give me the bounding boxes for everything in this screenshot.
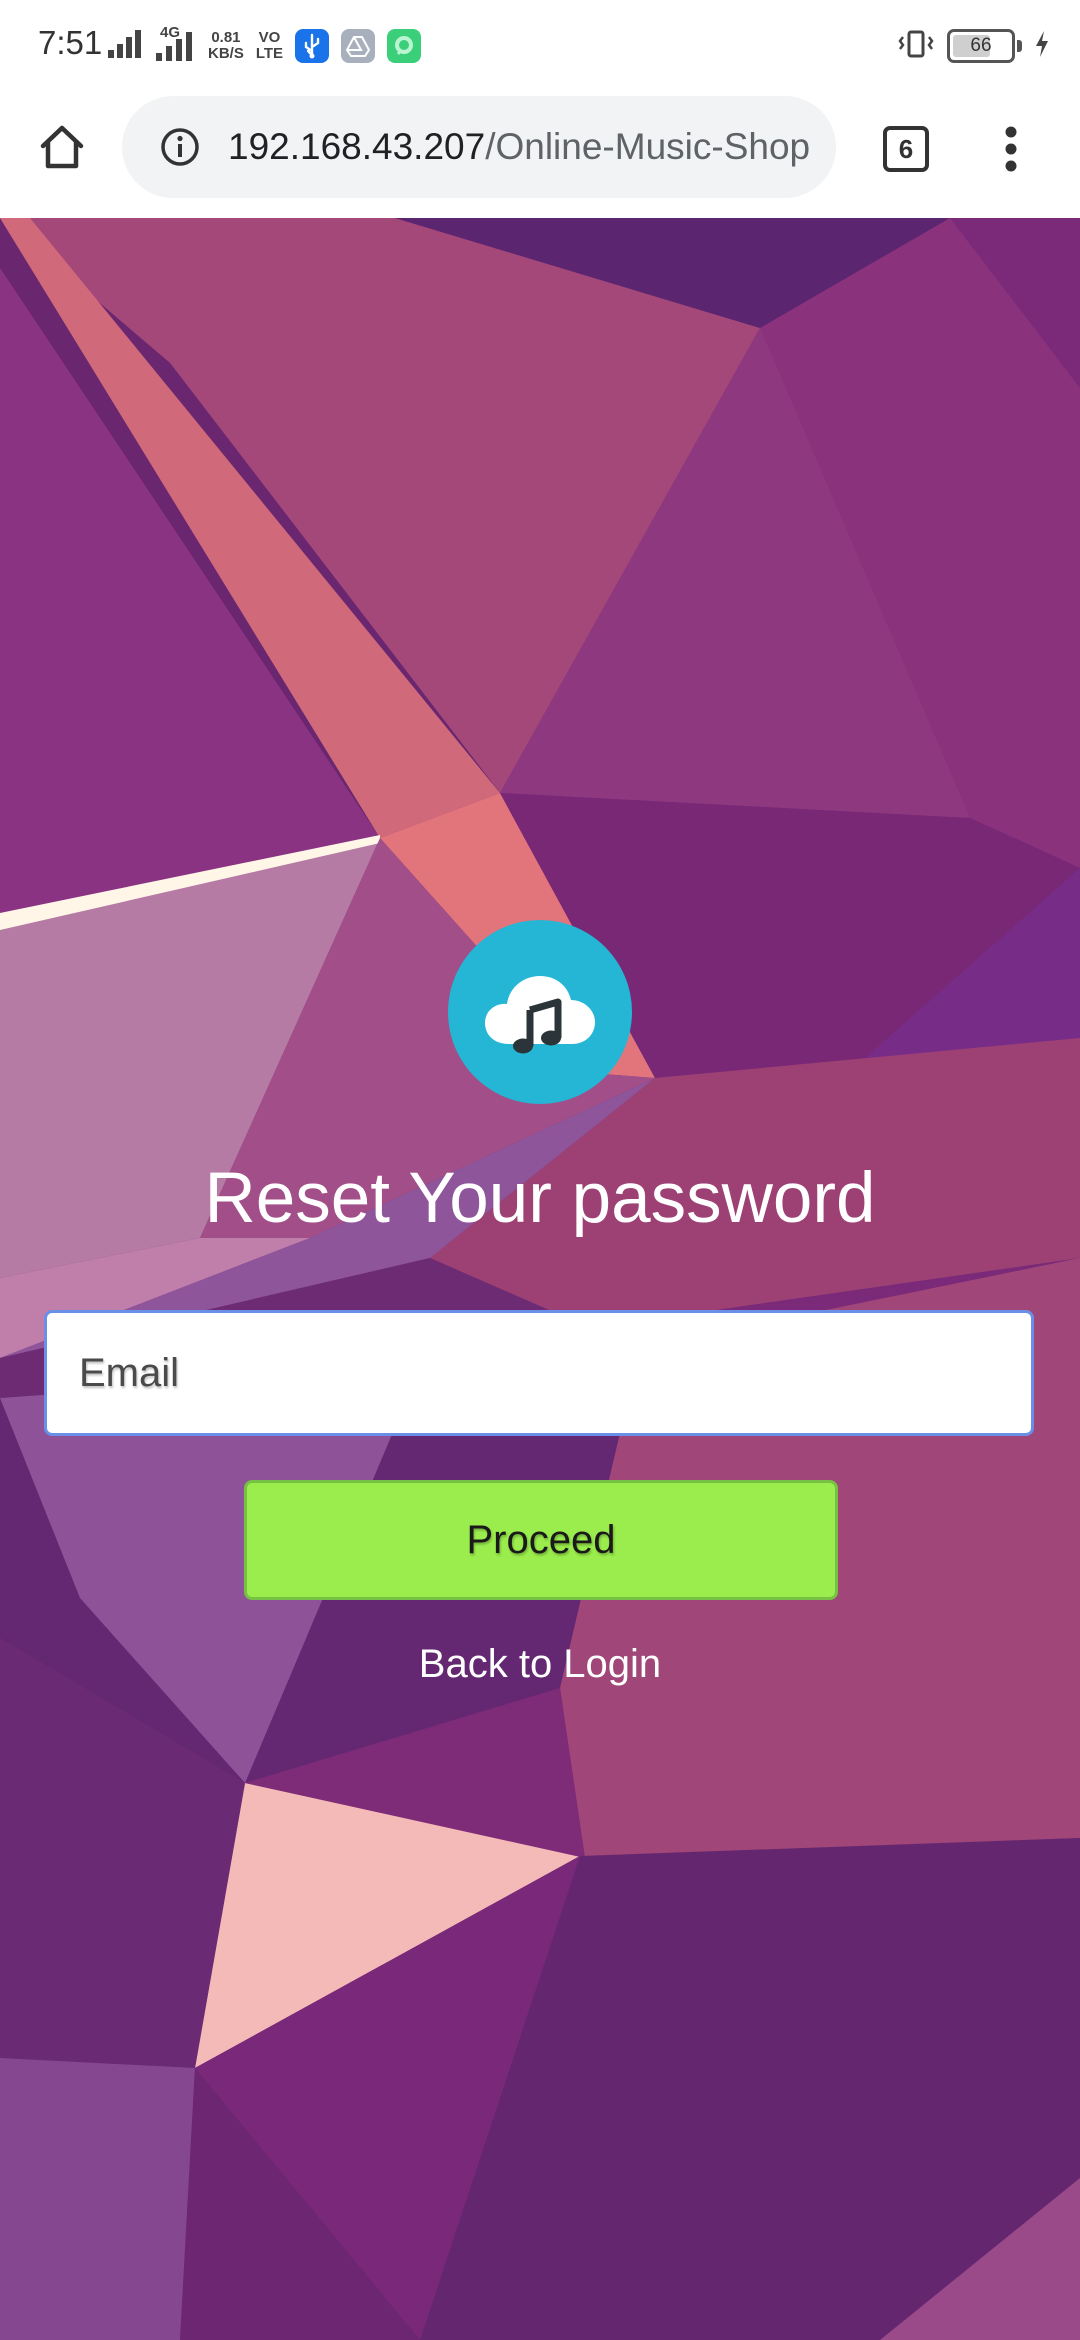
- drive-icon: [341, 29, 376, 63]
- home-button[interactable]: [30, 115, 94, 179]
- url-path: /Online-Music-Shop: [485, 126, 811, 167]
- status-icons-right: 66: [897, 22, 1050, 70]
- url-text[interactable]: 192.168.43.207/Online-Music-Shop: [228, 122, 828, 172]
- data-speed-value: 0.81: [211, 29, 241, 46]
- battery-level: 66: [970, 35, 992, 56]
- browser-toolbar: 192.168.43.207/Online-Music-Shop 6: [0, 90, 1080, 218]
- tab-count: 6: [883, 126, 929, 172]
- battery-body: 66: [947, 29, 1015, 63]
- tab-switcher-button[interactable]: 6: [880, 123, 932, 175]
- status-icons-left: 4G 0.81 KB/S VO LTE: [108, 22, 422, 70]
- data-speed: 0.81 KB/S: [208, 30, 244, 62]
- address-bar[interactable]: 192.168.43.207/Online-Music-Shop: [122, 96, 836, 198]
- info-icon[interactable]: [160, 127, 200, 167]
- network-type: 4G: [160, 24, 181, 41]
- cloud-music-icon: [485, 976, 595, 1054]
- volte-bottom: LTE: [255, 45, 284, 62]
- polygon-background: [0, 218, 1080, 2340]
- home-icon: [40, 125, 84, 169]
- vibrate-icon: [897, 29, 935, 64]
- data-speed-unit: KB/S: [208, 45, 244, 62]
- web-page: Reset Your password Proceed Back to Logi…: [0, 218, 1080, 2340]
- volte-top: VO: [258, 29, 281, 46]
- proceed-button[interactable]: Proceed: [244, 1480, 838, 1600]
- email-input[interactable]: [44, 1310, 1034, 1436]
- more-vert-icon: [1005, 126, 1017, 172]
- signal-4g-icon: 4G: [156, 25, 196, 61]
- status-bar: 7:51 4G 0.81 KB/S VO LTE 66: [0, 0, 1080, 90]
- battery-nub: [1017, 40, 1022, 52]
- logo: [448, 920, 632, 1104]
- page-title: Reset Your password: [204, 1159, 876, 1238]
- charging-icon: [1034, 30, 1050, 63]
- volte-icon: VO LTE: [256, 30, 283, 62]
- chat-icon: [387, 29, 422, 63]
- status-time: 7:51: [38, 24, 103, 61]
- url-host: 192.168.43.207: [228, 126, 486, 167]
- overflow-menu-button[interactable]: [992, 123, 1030, 175]
- battery-icon: 66: [947, 29, 1022, 63]
- usb-icon: [295, 29, 330, 63]
- signal-icon: [108, 29, 144, 63]
- back-to-login-link[interactable]: Back to Login: [0, 1642, 1080, 1687]
